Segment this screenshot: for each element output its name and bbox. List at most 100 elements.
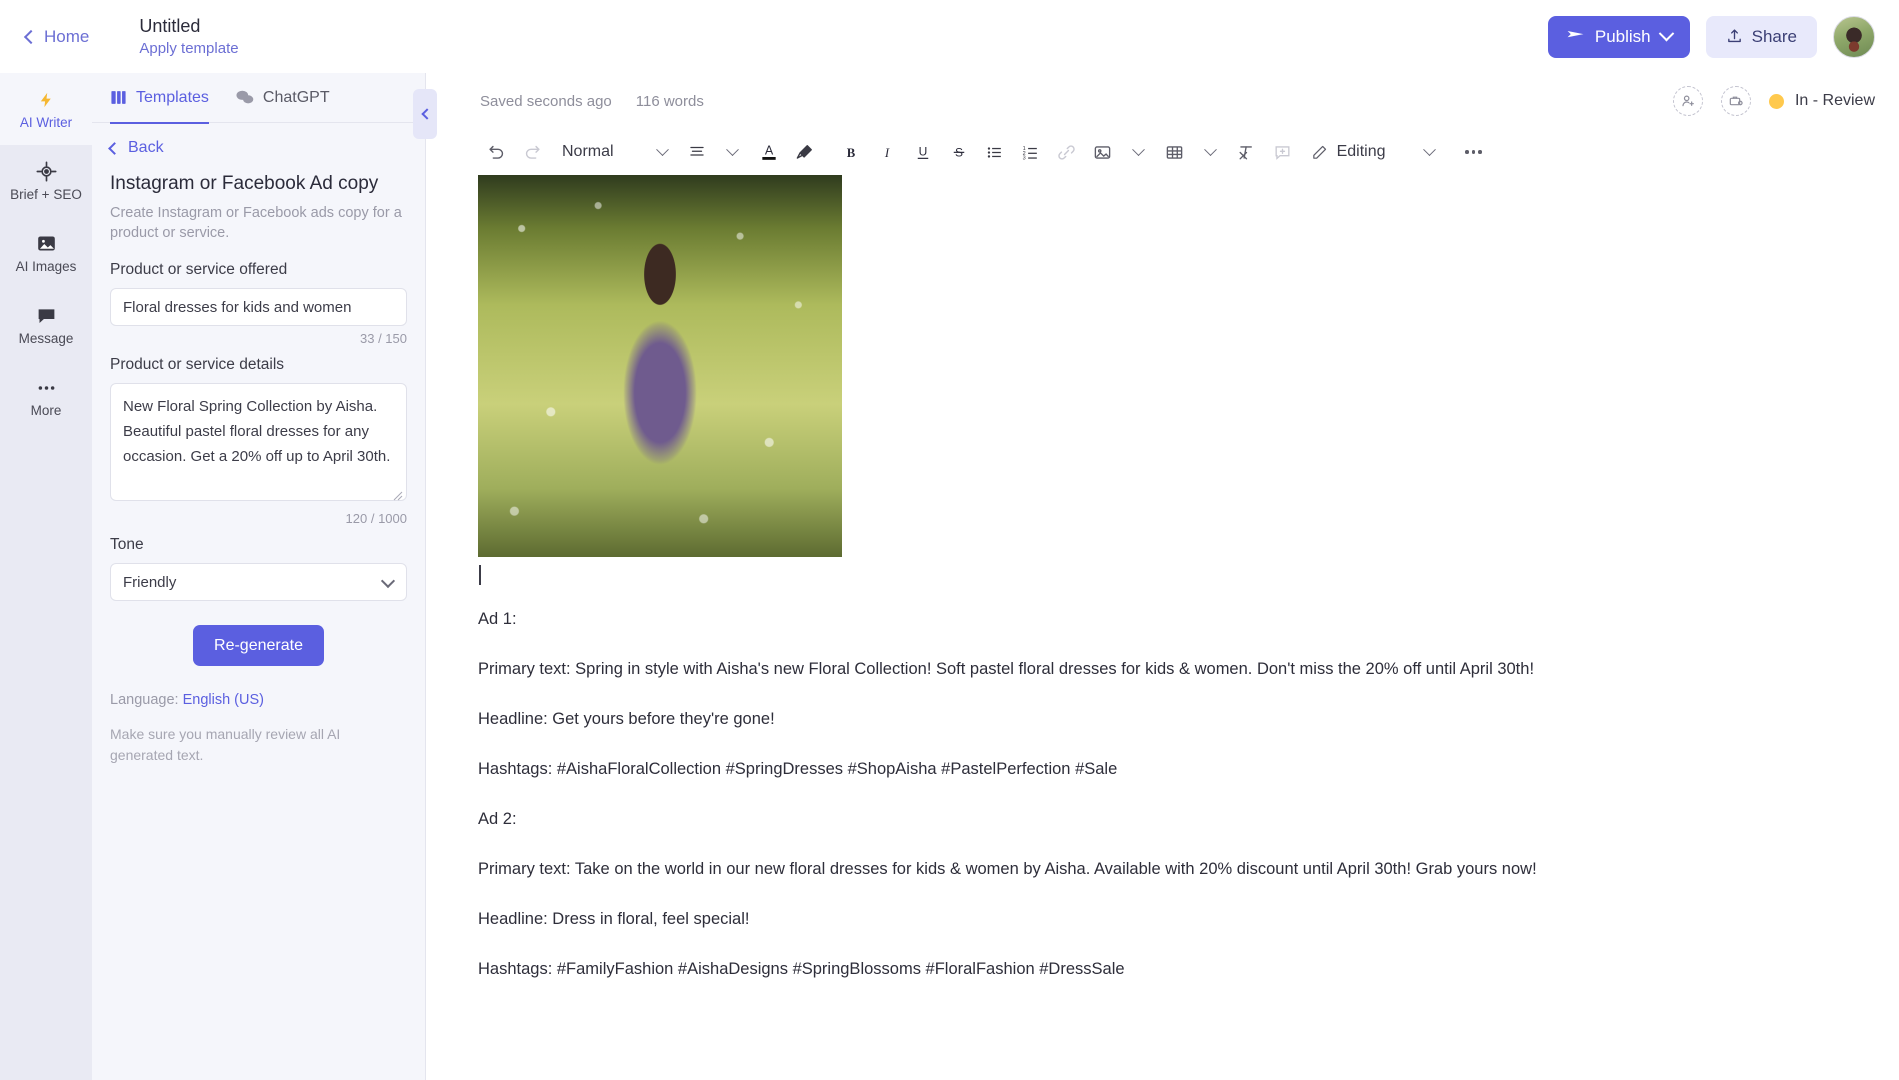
details-textarea-wrap [110,383,407,506]
briefcase-icon [1729,96,1743,106]
italic-icon: I [883,146,889,160]
chevron-down-icon [1132,142,1145,156]
product-counter: 33 / 150 [360,331,407,346]
link-icon [1058,144,1075,160]
details-counter: 120 / 1000 [345,511,407,526]
italic-button[interactable]: I [869,135,905,169]
product-input[interactable] [110,288,407,326]
document-paragraph: Ad 2: [478,810,517,828]
insert-table-dropdown[interactable] [1193,135,1229,169]
editor-toolbar: Normal A B I U S 1 2 3 Editing [426,129,1899,175]
language-prefix: Language: [110,692,183,708]
bold-button[interactable]: B [833,135,869,169]
svg-text:B: B [846,146,855,160]
svg-text:I: I [883,146,889,160]
document-paragraph: Hashtags: #FamilyFashion #AishaDesigns #… [478,960,1125,978]
numbered-list-button[interactable]: 1 2 3 [1013,135,1049,169]
insert-table-button[interactable] [1157,135,1193,169]
bullet-list-button[interactable] [977,135,1013,169]
sidebar-item-brief-seo[interactable]: Brief + SEO [0,145,92,217]
panel-tabs: Templates ChatGPT [92,73,425,124]
editing-mode-dropdown[interactable] [1411,135,1447,169]
language-row: Language: English (US) [110,692,407,708]
insert-image-button[interactable] [1085,135,1121,169]
back-label: Back [128,139,164,156]
product-field-label: Product or service offered [110,261,288,278]
chevron-down-icon [1423,142,1436,156]
undo-button[interactable] [478,135,514,169]
ai-disclaimer: Make sure you manually review all AI gen… [110,726,341,763]
template-description: Create Instagram or Facebook ads copy fo… [110,205,402,241]
tab-templates-label: Templates [136,88,209,106]
strikethrough-icon: S [953,145,964,159]
chevron-down-icon [655,142,669,156]
sidebar-label-ai-writer: AI Writer [19,114,73,130]
collapse-panel-button[interactable] [413,89,437,139]
redo-button[interactable] [514,135,550,169]
bullet-list-icon [987,146,1001,158]
tone-select[interactable]: Friendly [110,563,407,601]
image-icon [36,233,57,255]
align-dropdown[interactable] [715,135,751,169]
text-style-dropdown[interactable]: Normal [550,142,679,161]
document-title[interactable]: Untitled [139,15,238,37]
add-comment-button[interactable] [1265,135,1301,169]
highlight-button[interactable] [787,135,823,169]
document-paragraph: Primary text: Take on the world in our n… [478,860,1537,878]
redo-icon [525,145,540,159]
chevron-down-icon [1658,25,1674,42]
document-canvas[interactable]: Ad 1: Primary text: Spring in style with… [426,175,1899,1080]
details-textarea[interactable] [110,383,407,501]
language-link[interactable]: English (US) [183,692,264,708]
app-root: Home Untitled Apply template Publish Sha… [0,0,1899,1080]
sidebar-item-more[interactable]: More [0,361,92,433]
image-icon [1094,145,1111,159]
document-paragraph: Primary text: Spring in style with Aisha… [478,660,1535,678]
undo-icon [488,145,503,159]
document-image[interactable] [478,175,842,557]
regenerate-button[interactable]: Re-generate [193,625,324,666]
sidebar-label-message: Message [18,330,74,346]
back-link[interactable]: Back [108,139,407,157]
sidebar-label-ai-images: AI Images [15,258,77,274]
document-paragraph: Ad 1: [478,610,517,628]
top-bar-actions: Publish Share [1547,15,1875,58]
details-field-label: Product or service details [110,356,285,373]
more-options-button[interactable] [1455,135,1491,169]
assign-task-button[interactable] [1720,86,1751,116]
bold-icon: B [846,146,855,160]
align-button[interactable] [679,135,715,169]
clear-formatting-button[interactable] [1229,135,1265,169]
tab-chatgpt[interactable]: ChatGPT [235,74,330,124]
publish-button[interactable]: Publish [1547,15,1690,58]
status-badge[interactable]: In - Review [1768,92,1875,110]
document-paragraph: Hashtags: #AishaFloralCollection #Spring… [478,760,1118,778]
tone-value: Friendly [123,573,177,591]
sidebar-item-ai-images[interactable]: AI Images [0,217,92,289]
share-button[interactable]: Share [1705,15,1817,58]
underline-button[interactable]: U [905,135,941,169]
home-back-link[interactable]: Home [18,21,97,53]
insert-image-dropdown[interactable] [1121,135,1157,169]
sidebar-item-message[interactable]: Message [0,289,92,361]
sidebar-item-ai-writer[interactable]: AI Writer [0,73,92,145]
saved-status: Saved seconds ago [480,92,612,110]
link-button[interactable] [1049,135,1085,169]
editing-mode-button[interactable]: Editing [1301,143,1396,161]
share-label: Share [1751,26,1797,46]
chevron-down-icon [726,142,739,156]
apply-template-link[interactable]: Apply template [139,39,238,59]
highlight-icon [796,144,813,159]
text-style-label: Normal [562,143,614,160]
align-icon [689,146,704,156]
left-rail: AI Writer Brief + SEO AI Images Message … [0,73,92,1080]
chevron-left-icon [108,141,121,155]
tab-templates[interactable]: Templates [110,74,209,124]
add-collaborator-button[interactable] [1672,86,1703,116]
chevron-left-icon [421,108,433,120]
avatar[interactable] [1833,15,1875,58]
table-icon [1166,145,1183,159]
text-color-button[interactable]: A [751,135,787,169]
text-color-icon: A [761,144,776,160]
strikethrough-button[interactable]: S [941,135,977,169]
